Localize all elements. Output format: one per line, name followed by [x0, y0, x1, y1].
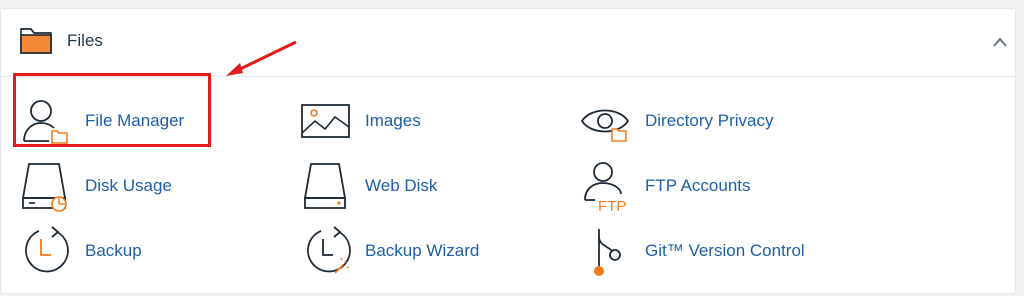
panel-title: Files [67, 31, 103, 50]
ftp-icon-text: FTP [598, 198, 626, 214]
image-icon [301, 104, 350, 138]
clock-arrow-icon [25, 226, 69, 273]
clock-wand-icon [307, 226, 351, 274]
web-disk-link[interactable]: Web Disk [299, 158, 459, 214]
backup-link[interactable]: Backup [19, 223, 159, 279]
images-label: Images [365, 111, 421, 130]
ftp-accounts-label: FTP Accounts [645, 176, 751, 195]
drive-icon [303, 163, 347, 209]
backup-wizard-label: Backup Wizard [365, 241, 480, 260]
git-version-control-label: Git™ Version Control [645, 241, 805, 260]
git-version-control-link[interactable]: Git™ Version Control [579, 223, 819, 279]
directory-privacy-label: Directory Privacy [645, 111, 774, 130]
eye-folder-icon [580, 109, 630, 142]
disk-pie-icon [21, 163, 67, 212]
files-panel: Files File Manager Images Directory Priv… [0, 8, 1016, 294]
backup-label: Backup [85, 241, 142, 260]
panel-header[interactable]: Files [1, 9, 1015, 77]
disk-usage-link[interactable]: Disk Usage [19, 158, 209, 214]
user-ftp-icon: FTP [584, 162, 626, 214]
folder-icon [20, 28, 52, 54]
web-disk-label: Web Disk [365, 176, 438, 195]
red-arrow-icon [226, 40, 297, 76]
images-link[interactable]: Images [299, 93, 459, 149]
directory-privacy-link[interactable]: Directory Privacy [579, 93, 799, 149]
chevron-up-icon[interactable] [991, 35, 1009, 49]
backup-wizard-link[interactable]: Backup Wizard [299, 223, 489, 279]
disk-usage-label: Disk Usage [85, 176, 172, 195]
git-branch-icon [594, 229, 621, 276]
file-manager-highlight-box [13, 73, 211, 147]
ftp-accounts-link[interactable]: FTP FTP Accounts [579, 158, 779, 214]
